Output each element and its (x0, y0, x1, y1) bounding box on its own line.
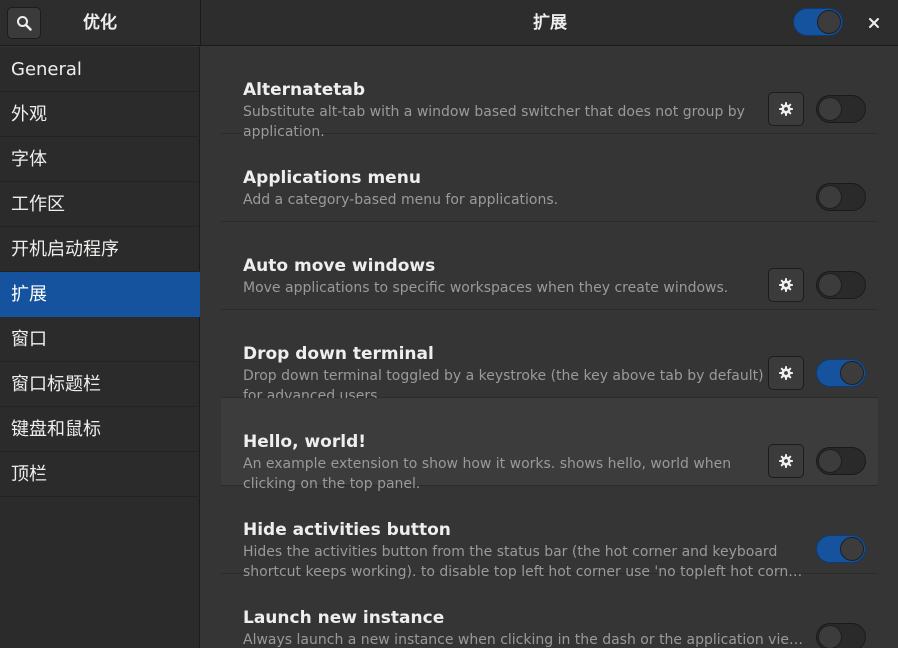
extension-title: Alternatetab (243, 80, 366, 100)
settings-button[interactable] (768, 92, 804, 126)
sidebar-item-extensions[interactable]: 扩展 (0, 272, 200, 317)
extension-toggle[interactable] (816, 447, 866, 475)
switch-knob (818, 449, 842, 473)
extension-toggle[interactable] (816, 271, 866, 299)
extension-toggle[interactable] (816, 535, 866, 563)
sidebar-item-top-bar[interactable]: 顶栏 (0, 452, 200, 497)
settings-button[interactable] (768, 356, 804, 390)
description-line: Move applications to specific workspaces… (243, 280, 729, 296)
sidebar-item-windows[interactable]: 窗口 (0, 317, 200, 362)
switch-knob (818, 97, 842, 121)
header-bar: 优化 扩展 (0, 0, 898, 46)
description-line: Add a category-based menu for applicatio… (243, 192, 559, 208)
sidebar-item-window-titlebars[interactable]: 窗口标题栏 (0, 362, 200, 407)
header-left-pane: 优化 (0, 0, 201, 46)
gear-icon (779, 102, 793, 116)
search-button[interactable] (7, 7, 41, 39)
sidebar-item-general[interactable]: General (0, 47, 200, 92)
sidebar-item-workspaces[interactable]: 工作区 (0, 182, 200, 227)
sidebar-item-startup-apps[interactable]: 开机启动程序 (0, 227, 200, 272)
close-icon (869, 18, 879, 28)
extension-row: Auto move windows Move applications to s… (221, 222, 878, 310)
extension-row: Launch new instance Always launch a new … (221, 574, 878, 648)
switch-knob (818, 273, 842, 297)
extension-description: Add a category-based menu for applicatio… (243, 190, 803, 210)
description-line: Substitute alt-tab with a window based s… (243, 104, 745, 120)
gear-icon (779, 366, 793, 380)
extension-row: Applications menu Add a category-based m… (221, 134, 878, 222)
sidebar-item-fonts[interactable]: 字体 (0, 137, 200, 182)
switch-knob (840, 361, 864, 385)
extension-title: Auto move windows (243, 256, 436, 276)
extension-title: Drop down terminal (243, 344, 434, 364)
switch-knob (818, 185, 842, 209)
description-line: Always launch a new instance when clicki… (243, 632, 803, 648)
search-icon (17, 16, 32, 31)
settings-button[interactable] (768, 444, 804, 478)
extension-row: Hello, world! An example extension to sh… (221, 398, 878, 492)
extension-toggle[interactable] (816, 359, 866, 387)
description-line: Hides the activities button from the sta… (243, 544, 778, 560)
description-line: An example extension to show how it work… (243, 456, 732, 472)
sidebar: General 外观 字体 工作区 开机启动程序 扩展 窗口 窗口标题栏 键盘和… (0, 47, 200, 648)
extension-toggle[interactable] (816, 95, 866, 123)
gear-icon (779, 278, 793, 292)
extension-title: Hide activities button (243, 520, 451, 540)
extension-toggle[interactable] (816, 183, 866, 211)
close-button[interactable] (861, 8, 887, 38)
gear-icon (779, 454, 793, 468)
extension-toggle[interactable] (816, 623, 866, 648)
extension-row: Drop down terminal Drop down terminal to… (221, 310, 878, 404)
switch-knob (818, 625, 842, 648)
app-title: 优化 (83, 13, 117, 33)
extension-description: Move applications to specific workspaces… (243, 278, 803, 298)
extension-description: Always launch a new instance when clicki… (243, 630, 803, 648)
sidebar-item-keyboard-mouse[interactable]: 键盘和鼠标 (0, 407, 200, 452)
description-line: Drop down terminal toggled by a keystrok… (243, 368, 764, 384)
settings-button[interactable] (768, 268, 804, 302)
extension-title: Hello, world! (243, 432, 366, 452)
extension-row: Hide activities button Hides the activit… (221, 486, 878, 580)
switch-knob (817, 10, 841, 34)
extension-title: Launch new instance (243, 608, 445, 628)
sidebar-item-appearance[interactable]: 外观 (0, 92, 200, 137)
extension-row: Alternatetab Substitute alt-tab with a w… (221, 47, 878, 140)
extension-title: Applications menu (243, 168, 421, 188)
extensions-master-switch[interactable] (793, 8, 843, 36)
switch-knob (840, 537, 864, 561)
extensions-list: Alternatetab Substitute alt-tab with a w… (201, 47, 898, 648)
